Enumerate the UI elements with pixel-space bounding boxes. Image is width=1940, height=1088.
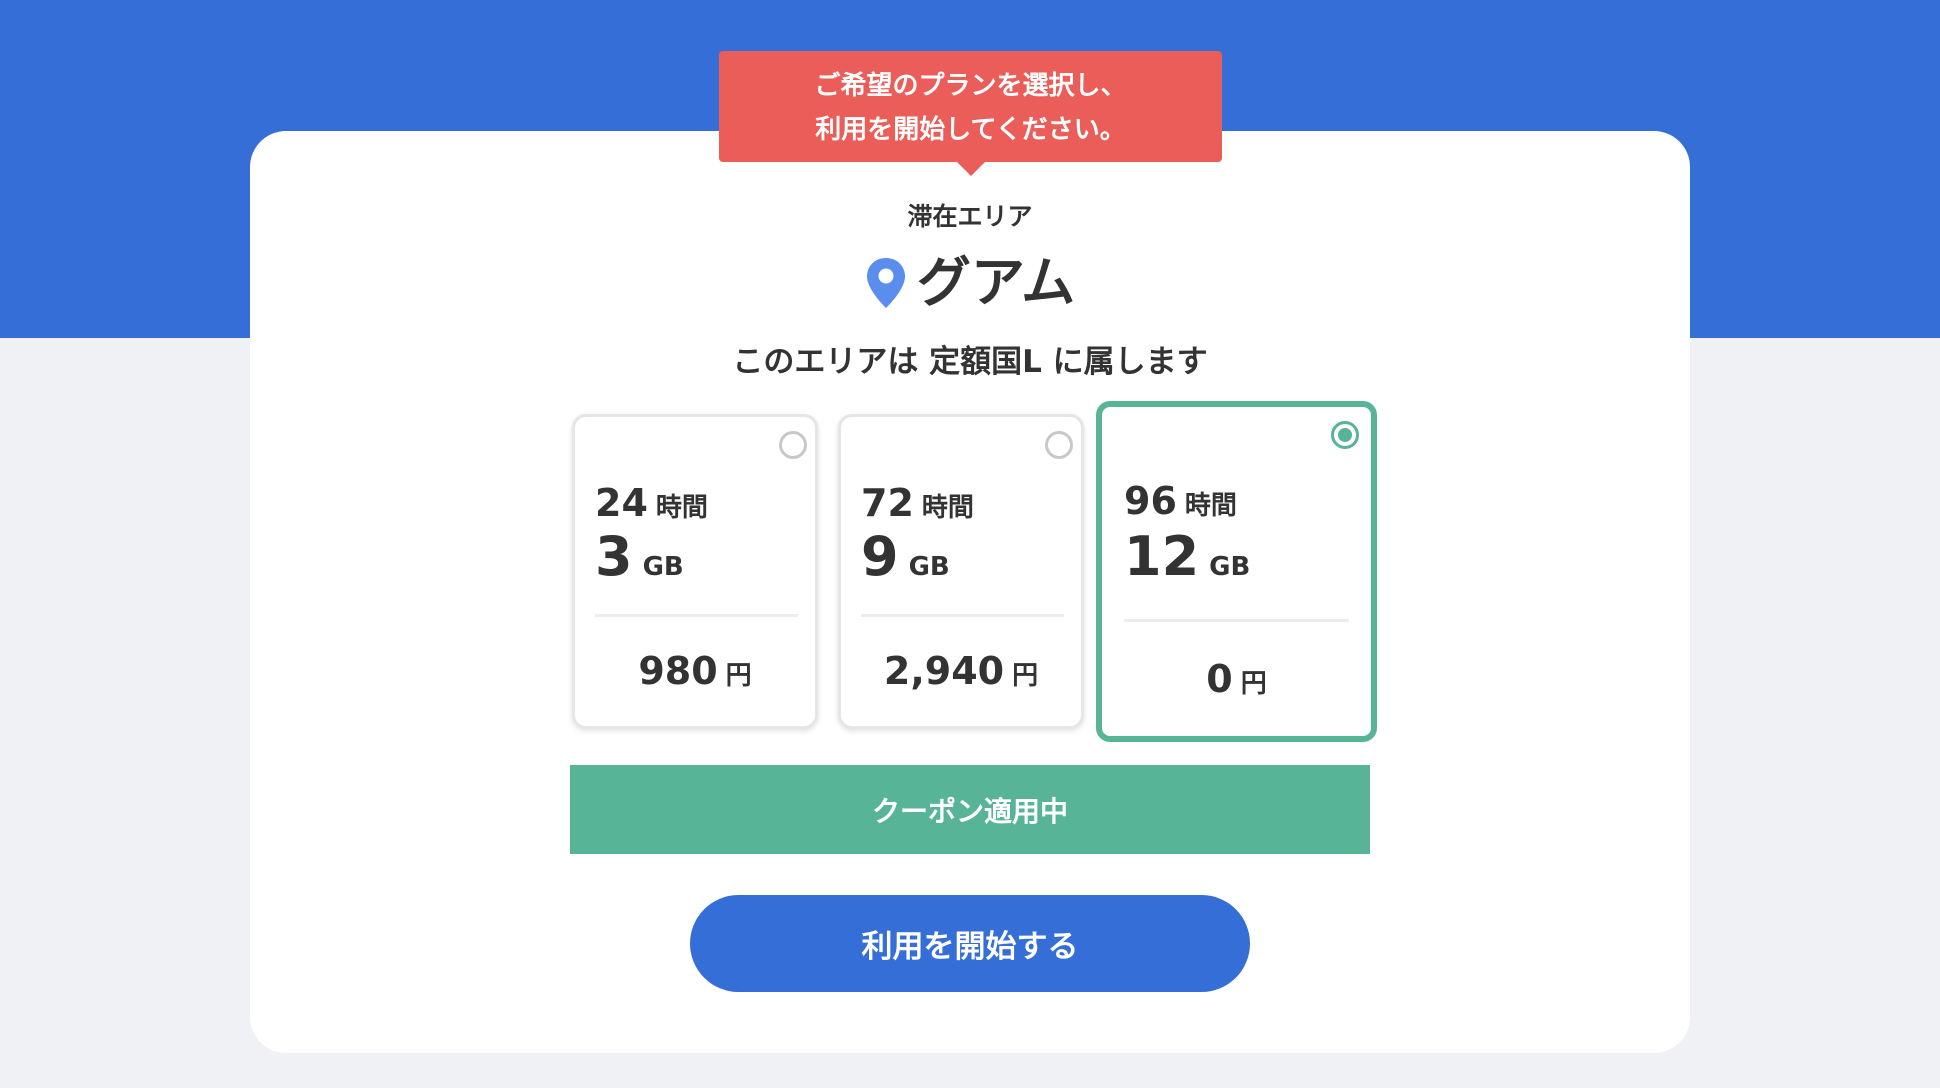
- tooltip-line-1: ご希望のプランを選択し、: [814, 70, 1127, 101]
- map-pin-icon: [866, 258, 905, 308]
- start-button[interactable]: 利用を開始する: [690, 895, 1250, 992]
- plan-radio[interactable]: [779, 431, 807, 459]
- plan-card-72h[interactable]: 72 時間 9 GB 2,940 円: [838, 414, 1084, 729]
- area-name-text: グアム: [916, 251, 1076, 314]
- plan-divider: [1124, 619, 1349, 622]
- radio-selected-dot: [1338, 428, 1352, 442]
- plan-hours: 24 時間: [595, 481, 708, 525]
- plan-price: 0円: [1206, 657, 1267, 701]
- plan-card-24h[interactable]: 24 時間 3 GB 980 円: [572, 414, 818, 729]
- plan-divider: [861, 614, 1064, 617]
- plan-price: 2,940 円: [883, 649, 1039, 693]
- area-description: このエリアは 定額国L に属します: [732, 344, 1208, 380]
- plan-card-96h[interactable]: 96 時間 12 GB 0円: [1096, 401, 1377, 742]
- plan-hours: 72 時間: [861, 481, 974, 525]
- coupon-applied-banner: クーポン適用中: [570, 765, 1370, 854]
- area-name: グアム: [0, 248, 1940, 318]
- area-label: 滞在エリア: [907, 202, 1033, 231]
- plan-data: 12 GB: [1124, 525, 1251, 588]
- plan-hours: 96 時間: [1124, 479, 1237, 523]
- instruction-tooltip: ご希望のプランを選択し、 利用を開始してください。: [719, 51, 1222, 176]
- plan-radio-selected[interactable]: [1331, 421, 1359, 449]
- plan-data: 3 GB: [595, 525, 684, 588]
- tooltip-line-2: 利用を開始してください。: [815, 114, 1126, 145]
- plan-price: 980 円: [638, 649, 752, 693]
- plan-divider: [595, 614, 798, 617]
- plan-radio[interactable]: [1045, 431, 1073, 459]
- plan-data: 9 GB: [861, 525, 950, 588]
